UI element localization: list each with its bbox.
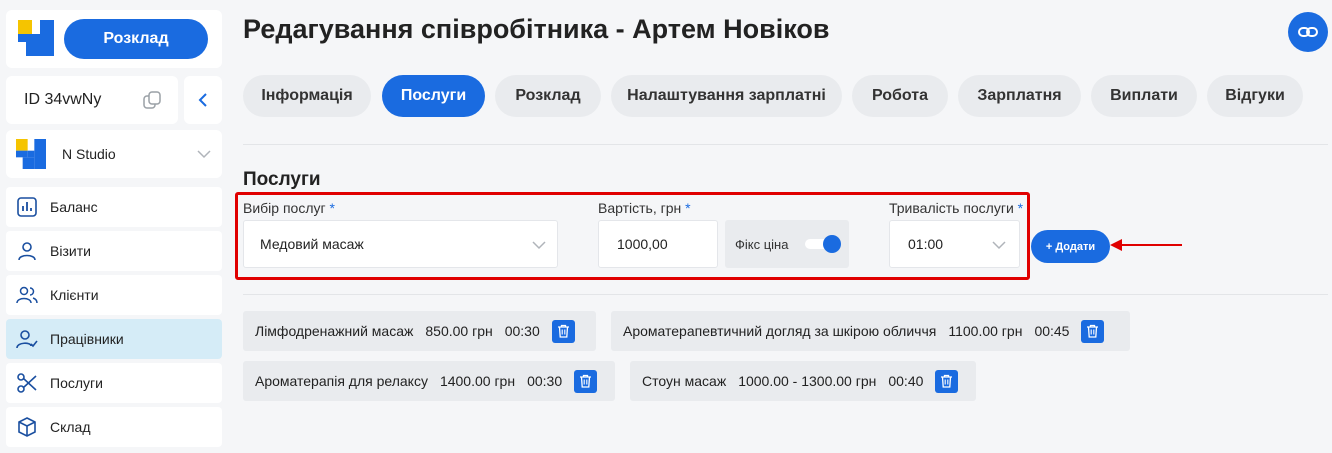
price-input-value: 1000,00 <box>617 236 668 252</box>
sidebar-item-visits[interactable]: Візити <box>6 231 222 271</box>
tab-services[interactable]: Послуги <box>382 75 485 117</box>
price-label-text: Вартість, грн <box>598 200 682 216</box>
schedule-button[interactable]: Розклад <box>64 19 208 59</box>
delete-service-button[interactable] <box>1081 319 1105 343</box>
studio-name: N Studio <box>62 146 116 162</box>
sidebar-item-clients[interactable]: Клієнти <box>6 275 222 315</box>
id-card: ID 34vwNy <box>6 76 178 124</box>
chart-icon <box>17 197 37 217</box>
tab-salary[interactable]: Зарплатня <box>958 75 1081 117</box>
sidebar: Розклад ID 34vwNy N Studio Баланс Візити… <box>0 0 230 453</box>
sidebar-item-label: Баланс <box>50 199 98 215</box>
tab-salary-settings[interactable]: Налаштування зарплатні <box>611 75 842 117</box>
duration-label: Тривалість послуги * <box>889 200 1023 216</box>
trash-icon <box>557 324 569 338</box>
service-chip: Ароматерапевтичний догляд за шкірою обли… <box>611 311 1130 351</box>
tab-schedule[interactable]: Розклад <box>495 75 601 117</box>
trash-icon <box>1087 324 1099 338</box>
service-chip: Стоун масаж 1000.00 - 1300.00 грн 00:40 <box>630 361 976 401</box>
required-mark: * <box>1017 200 1024 216</box>
chevron-left-icon <box>198 93 207 107</box>
account-id: ID 34vwNy <box>24 91 102 108</box>
service-select[interactable]: Медовий масаж <box>243 220 558 268</box>
service-duration: 00:30 <box>504 323 540 339</box>
divider <box>243 144 1328 145</box>
sidebar-item-label: Послуги <box>50 375 103 391</box>
sidebar-item-services[interactable]: Послуги <box>6 363 222 403</box>
copy-icon[interactable] <box>142 90 162 110</box>
chevron-down-icon <box>532 241 546 250</box>
divider <box>243 294 1328 295</box>
sidebar-item-warehouse[interactable]: Склад <box>6 407 222 447</box>
trash-icon <box>580 374 592 388</box>
user-icon <box>18 242 36 261</box>
delete-service-button[interactable] <box>551 319 575 343</box>
section-title: Послуги <box>243 169 321 190</box>
box-icon <box>18 417 36 437</box>
duration-select[interactable]: 01:00 <box>889 220 1020 268</box>
fixed-price-label: Фікс ціна <box>735 236 789 252</box>
service-price: 1000.00 - 1300.00 грн <box>738 373 877 389</box>
service-label-text: Вибір послуг <box>243 200 326 216</box>
sidebar-item-label: Клієнти <box>50 287 99 303</box>
scissors-icon <box>17 373 37 393</box>
delete-service-button[interactable] <box>574 369 598 393</box>
service-price: 850.00 грн <box>425 323 493 339</box>
service-duration: 00:45 <box>1034 323 1070 339</box>
sidebar-item-balance[interactable]: Баланс <box>6 187 222 227</box>
price-label: Вартість, грн * <box>598 200 691 216</box>
service-label: Вибір послуг * <box>243 200 335 216</box>
service-chip: Ароматерапія для релаксу 1400.00 грн 00:… <box>243 361 615 401</box>
sidebar-item-label: Склад <box>50 419 91 435</box>
required-mark: * <box>685 200 691 216</box>
tab-work[interactable]: Робота <box>852 75 948 117</box>
duration-select-value: 01:00 <box>908 236 944 252</box>
tab-reviews[interactable]: Відгуки <box>1207 75 1303 117</box>
arrow-annotation <box>1110 239 1182 251</box>
service-name: Лімфодренажний масаж <box>255 323 414 339</box>
sidebar-item-label: Візити <box>50 243 91 259</box>
collapse-sidebar-button[interactable] <box>184 76 222 124</box>
service-price: 1400.00 грн <box>439 373 516 389</box>
sidebar-item-label: Працівники <box>50 331 124 347</box>
service-name: Ароматерапевтичний догляд за шкірою обли… <box>623 323 937 339</box>
price-input[interactable]: 1000,00 <box>598 220 718 268</box>
sidebar-item-employees[interactable]: Працівники <box>6 319 222 359</box>
duration-label-text: Тривалість послуги <box>889 200 1014 216</box>
service-price: 1100.00 грн <box>948 323 1023 339</box>
tab-information[interactable]: Інформація <box>243 75 371 117</box>
chevron-down-icon <box>992 241 1006 250</box>
app-logo <box>18 20 54 56</box>
trash-icon <box>941 374 953 388</box>
logo-card: Розклад <box>6 10 222 68</box>
link-button[interactable] <box>1288 12 1328 52</box>
service-name: Стоун масаж <box>642 373 727 389</box>
service-chip: Лімфодренажний масаж 850.00 грн 00:30 <box>243 311 596 351</box>
chevron-down-icon <box>197 150 211 159</box>
users-icon <box>16 286 38 304</box>
service-duration: 00:30 <box>527 373 563 389</box>
fixed-price-toggle[interactable] <box>805 235 841 253</box>
service-select-value: Медовий масаж <box>260 236 364 252</box>
fixed-price-toggle-box: Фікс ціна <box>725 220 849 268</box>
studio-selector[interactable]: N Studio <box>6 130 222 178</box>
required-mark: * <box>329 200 335 216</box>
studio-logo <box>16 139 46 169</box>
add-service-button[interactable]: + Додати <box>1031 230 1110 263</box>
page-title: Редагування співробітника - Артем Новіко… <box>243 14 830 44</box>
delete-service-button[interactable] <box>935 369 959 393</box>
service-name: Ароматерапія для релаксу <box>255 373 428 389</box>
user-check-icon <box>16 330 38 349</box>
service-duration: 00:40 <box>888 373 924 389</box>
link-icon <box>1298 27 1318 37</box>
tab-payments[interactable]: Виплати <box>1091 75 1197 117</box>
